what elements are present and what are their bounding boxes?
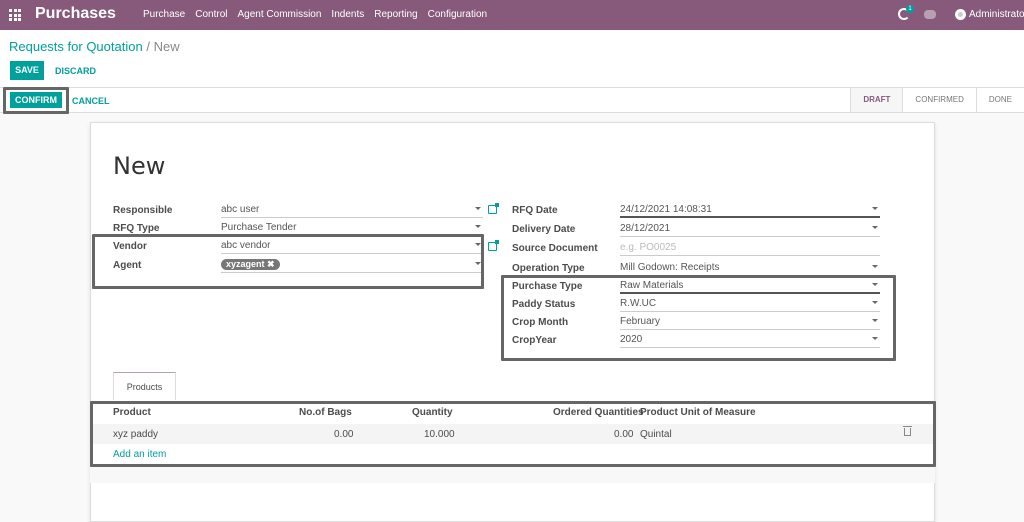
operation-type-field[interactable]: Mill Godown: Receipts (620, 262, 880, 276)
chevron-down-icon (872, 265, 878, 268)
chevron-down-icon (475, 225, 481, 228)
save-button[interactable]: SAVE (10, 61, 44, 80)
top-navbar: Purchases Purchase Control Agent Commiss… (0, 0, 1024, 30)
menu-agent-commission[interactable]: Agent Commission (238, 9, 322, 20)
label-rfq-date: RFQ Date (512, 205, 558, 216)
responsible-value: abc user (221, 204, 260, 215)
breadcrumb: Requests for Quotation / New (9, 39, 180, 54)
breadcrumb-separator: / (146, 39, 150, 54)
breadcrumb-parent[interactable]: Requests for Quotation (9, 39, 143, 54)
status-step-done[interactable]: DONE (975, 88, 1024, 112)
sheet-footer (90, 467, 935, 483)
highlight-confirm (3, 87, 69, 114)
responsible-field[interactable]: abc user (221, 204, 483, 218)
highlight-purchase-details (501, 275, 896, 361)
delivery-date-field[interactable]: 28/12/2021 (620, 223, 880, 237)
label-rfq-type: RFQ Type (113, 223, 160, 234)
main-menu: Purchase Control Agent Commission Indent… (143, 9, 497, 20)
source-document-placeholder: e.g. PO0025 (620, 242, 677, 253)
chevron-down-icon (872, 226, 878, 229)
rfq-type-value: Purchase Tender (221, 222, 297, 233)
record-title: New (113, 152, 166, 180)
rfq-date-value: 24/12/2021 14:08:31 (620, 204, 712, 215)
chevron-down-icon (475, 207, 481, 210)
apps-grid-icon[interactable] (9, 9, 21, 21)
menu-reporting[interactable]: Reporting (374, 9, 417, 20)
external-link-icon[interactable] (488, 240, 499, 251)
status-bar: CONFIRM CANCEL DRAFT CONFIRMED DONE (0, 87, 1024, 113)
status-step-confirmed[interactable]: CONFIRMED (902, 88, 976, 112)
operation-type-value: Mill Godown: Receipts (620, 262, 720, 273)
cancel-button[interactable]: CANCEL (72, 96, 110, 106)
external-link-icon[interactable] (488, 203, 499, 214)
menu-purchase[interactable]: Purchase (143, 9, 185, 20)
breadcrumb-current: New (153, 39, 180, 54)
highlight-products-table (90, 401, 936, 467)
rfq-date-field[interactable]: 24/12/2021 14:08:31 (620, 204, 880, 218)
source-document-field[interactable]: e.g. PO0025 (620, 242, 880, 256)
user-avatar[interactable] (955, 9, 966, 20)
label-source-document: Source Document (512, 243, 598, 254)
status-step-draft[interactable]: DRAFT (850, 88, 903, 112)
user-menu[interactable]: Administrato (969, 9, 1024, 20)
menu-control[interactable]: Control (195, 9, 227, 20)
status-steps: DRAFT CONFIRMED DONE (850, 88, 1024, 112)
label-operation-type: Operation Type (512, 263, 585, 274)
menu-indents[interactable]: Indents (331, 9, 364, 20)
label-delivery-date: Delivery Date (512, 224, 576, 235)
menu-configuration[interactable]: Configuration (428, 9, 487, 20)
label-responsible: Responsible (113, 205, 173, 216)
activity-badge: 1 (906, 5, 914, 13)
chevron-down-icon (872, 207, 878, 210)
chat-icon[interactable] (924, 10, 936, 19)
delivery-date-value: 28/12/2021 (620, 223, 671, 234)
discard-button[interactable]: DISCARD (55, 66, 96, 76)
highlight-vendor-agent (92, 234, 484, 289)
app-title[interactable]: Purchases (35, 5, 116, 23)
tab-products[interactable]: Products (113, 372, 176, 400)
